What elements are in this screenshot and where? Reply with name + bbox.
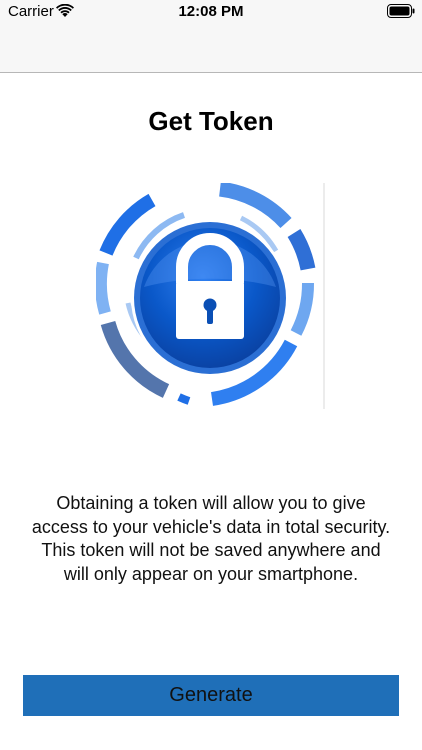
generate-button[interactable]: Generate [23,675,399,716]
get-token-screen: Carrier 12:08 PM Get Token Obtaining a t… [0,0,422,750]
token-description: Obtaining a token will allow you to give… [31,493,391,584]
status-time: 12:08 PM [178,3,244,20]
security-rings [96,183,316,406]
page-title: Get Token [148,106,274,136]
security-lock-icon [96,183,325,409]
battery-icon [387,4,415,18]
navigation-bar [0,24,422,73]
status-bar: Carrier 12:08 PM [0,0,422,24]
